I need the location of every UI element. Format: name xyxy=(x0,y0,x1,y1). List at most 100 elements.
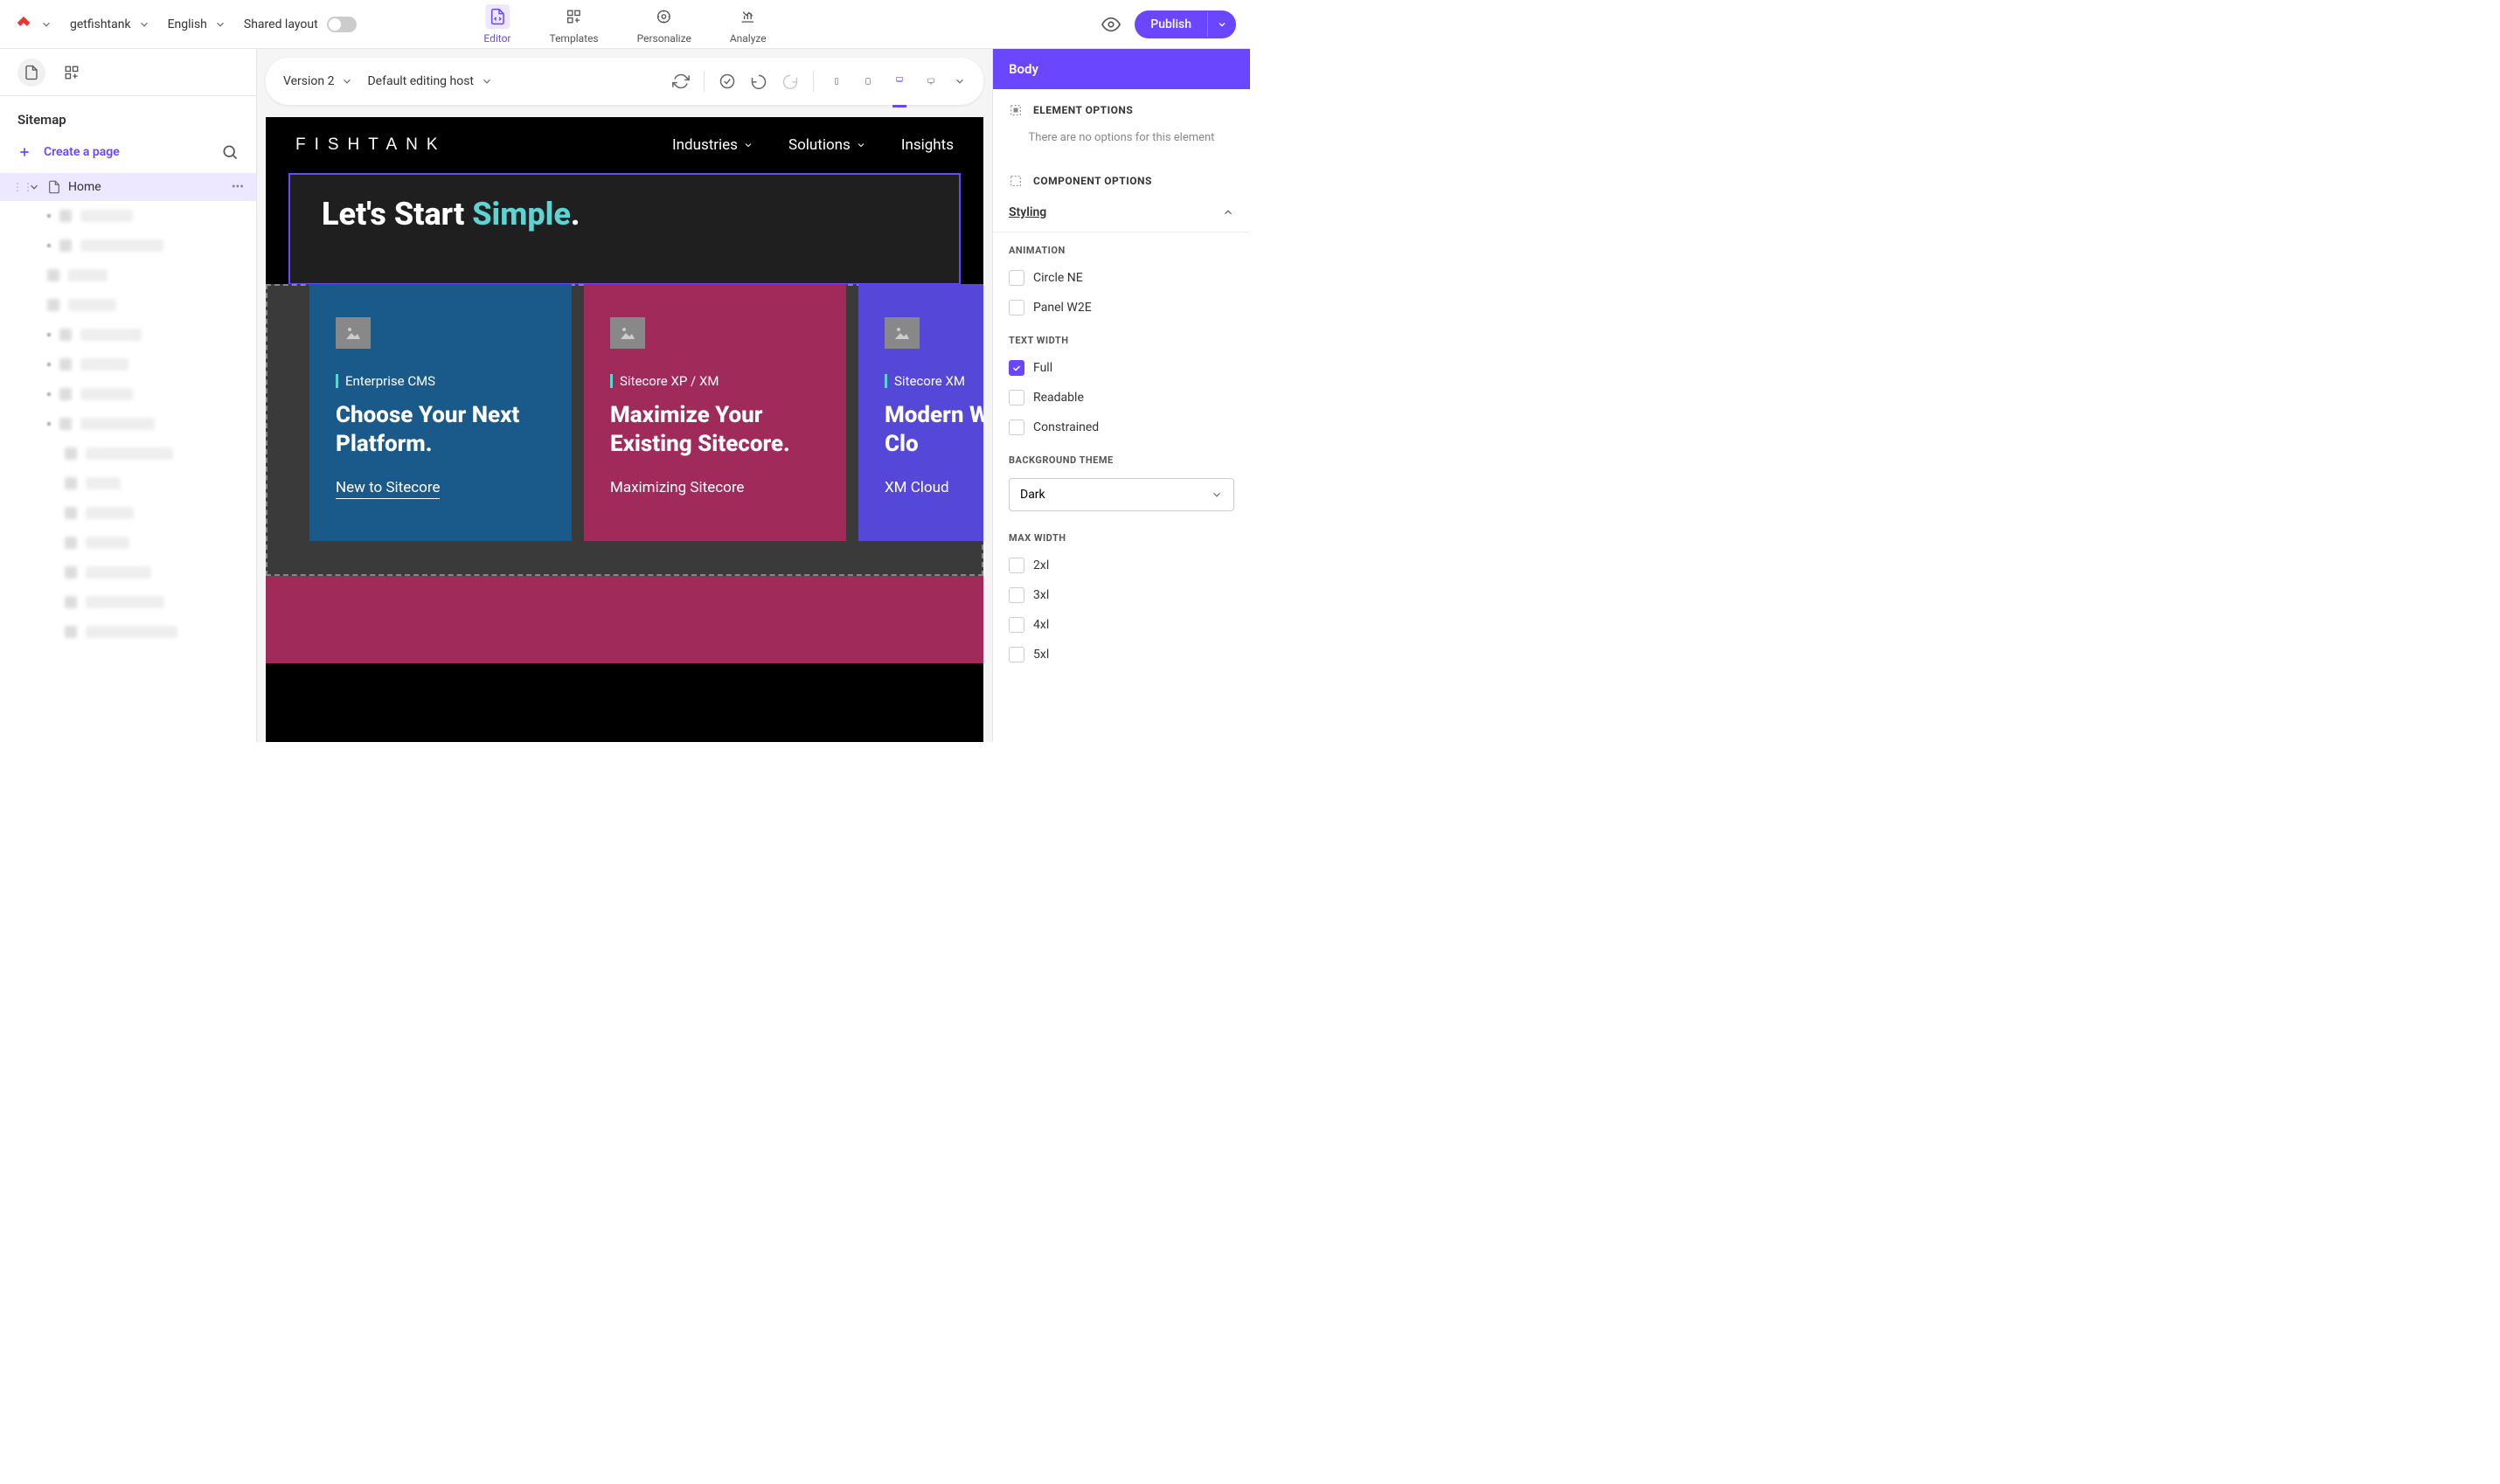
check-circle-icon[interactable] xyxy=(719,73,736,90)
checkbox[interactable] xyxy=(1009,420,1024,435)
checkbox[interactable] xyxy=(1009,270,1024,286)
tree-item-blurred xyxy=(0,587,256,617)
checkbox-3xl[interactable]: 3xl xyxy=(993,580,1250,610)
host-selector[interactable]: Default editing host xyxy=(367,74,493,88)
create-page-row: Create a page xyxy=(0,135,256,173)
card-enterprise-cms[interactable]: Enterprise CMS Choose Your Next Platform… xyxy=(309,284,572,541)
checkbox-circle-ne[interactable]: Circle NE xyxy=(993,263,1250,293)
checkbox[interactable] xyxy=(1009,390,1024,406)
device-tablet-icon[interactable] xyxy=(859,73,877,90)
version-selector[interactable]: Version 2 xyxy=(283,74,353,88)
tab-editor[interactable]: Editor xyxy=(483,4,510,45)
checkbox-readable[interactable]: Readable xyxy=(993,383,1250,413)
styling-section-toggle[interactable]: Styling xyxy=(993,197,1250,232)
tree-item-blurred xyxy=(0,498,256,528)
publish-main[interactable]: Publish xyxy=(1135,10,1207,38)
selected-element-header: Body xyxy=(993,49,1250,89)
tab-label: Analyze xyxy=(730,32,767,45)
tab-label: Personalize xyxy=(637,32,691,45)
sidebar-tabs xyxy=(0,49,256,96)
card-tag: Enterprise CMS xyxy=(336,373,545,389)
bg-theme-select[interactable]: Dark xyxy=(1009,478,1234,511)
right-panel: Body ELEMENT OPTIONS There are no option… xyxy=(992,49,1250,742)
no-options-text: There are no options for this element xyxy=(993,126,1250,160)
checkbox-5xl[interactable]: 5xl xyxy=(993,640,1250,669)
tab-templates[interactable]: Templates xyxy=(549,4,598,45)
tree-item-blurred xyxy=(0,260,256,290)
card-title: Modern With Si XM Clo xyxy=(885,401,983,458)
redo-icon[interactable] xyxy=(781,73,799,90)
animation-label: ANIMATION xyxy=(993,232,1250,263)
refresh-icon[interactable] xyxy=(672,73,690,90)
checkbox[interactable] xyxy=(1009,647,1024,662)
checkbox-4xl[interactable]: 4xl xyxy=(993,610,1250,640)
create-page-button[interactable]: Create a page xyxy=(17,145,120,159)
chevron-down-icon xyxy=(481,75,493,87)
chevron-down-icon[interactable] xyxy=(28,181,40,193)
chevron-up-icon xyxy=(1222,206,1234,218)
top-header: getfishtank English Shared layout Editor xyxy=(0,0,1250,49)
drag-handle-icon[interactable]: ⋮⋮ xyxy=(12,181,21,193)
card-tag: Sitecore XP / XM xyxy=(610,373,820,389)
language-selector[interactable]: English xyxy=(168,17,226,31)
device-desktop-icon[interactable] xyxy=(922,73,940,90)
top-tabs: Editor Templates Personalize Analyze xyxy=(483,4,766,45)
device-desktop-small-icon[interactable] xyxy=(891,71,908,88)
checkbox-2xl[interactable]: 2xl xyxy=(993,551,1250,580)
create-page-label: Create a page xyxy=(44,145,120,159)
tree-item-home[interactable]: ⋮⋮ Home ••• xyxy=(0,173,256,201)
personalize-icon xyxy=(652,4,677,29)
checkbox-constrained[interactable]: Constrained xyxy=(993,413,1250,442)
search-icon[interactable] xyxy=(221,143,239,161)
styling-label: Styling xyxy=(1009,205,1046,219)
checkbox[interactable] xyxy=(1009,300,1024,316)
chevron-down-icon xyxy=(138,18,150,31)
tab-analyze[interactable]: Analyze xyxy=(730,4,767,45)
tree-item-blurred xyxy=(0,201,256,231)
publish-dropdown[interactable] xyxy=(1207,12,1236,37)
checkbox[interactable] xyxy=(1009,360,1024,376)
undo-icon[interactable] xyxy=(750,73,767,90)
canvas[interactable]: FISHTANK Industries Solutions xyxy=(266,117,983,742)
chevron-down-icon[interactable] xyxy=(40,18,52,31)
nav-item-insights[interactable]: Insights xyxy=(901,136,954,154)
app-logo-icon[interactable] xyxy=(14,15,33,34)
device-mobile-icon[interactable] xyxy=(828,73,845,90)
image-placeholder-icon xyxy=(885,317,920,349)
site-selector[interactable]: getfishtank xyxy=(70,17,150,31)
shared-layout-toggle[interactable]: Shared layout xyxy=(244,17,357,32)
sitemap-title: Sitemap xyxy=(0,96,256,135)
card-sitecore-xm[interactable]: Sitecore XM Modern With Si XM Clo XM Clo… xyxy=(858,284,983,541)
checkbox[interactable] xyxy=(1009,558,1024,573)
canvas-toolbar: Version 2 Default editing host xyxy=(266,58,983,105)
tab-personalize[interactable]: Personalize xyxy=(637,4,691,45)
checkbox[interactable] xyxy=(1009,587,1024,603)
dashed-box-icon xyxy=(1009,103,1023,117)
nav-item-solutions[interactable]: Solutions xyxy=(788,136,866,154)
hero-text: Let's Start Simple. xyxy=(322,196,927,232)
more-icon[interactable]: ••• xyxy=(232,180,244,194)
cards-section[interactable]: Enterprise CMS Choose Your Next Platform… xyxy=(266,284,983,576)
checkbox-full[interactable]: Full xyxy=(993,353,1250,383)
publish-button: Publish xyxy=(1135,10,1236,38)
sidebar-tab-components[interactable] xyxy=(58,59,86,87)
sidebar-tab-pages[interactable] xyxy=(17,59,45,87)
image-placeholder-icon xyxy=(610,317,645,349)
checkbox[interactable] xyxy=(1009,617,1024,633)
chevron-down-icon[interactable] xyxy=(954,75,966,87)
preview-icon[interactable] xyxy=(1101,15,1121,34)
tree-item-blurred xyxy=(0,439,256,468)
chevron-down-icon xyxy=(1211,489,1223,501)
nav-item-industries[interactable]: Industries xyxy=(672,136,753,154)
card-link[interactable]: Maximizing Sitecore xyxy=(610,479,744,498)
checkbox-panel-w2e[interactable]: Panel W2E xyxy=(993,293,1250,322)
tree-item-blurred xyxy=(0,617,256,647)
tree-item-blurred xyxy=(0,379,256,409)
card-sitecore-xp[interactable]: Sitecore XP / XM Maximize Your Existing … xyxy=(584,284,846,541)
max-width-label: MAX WIDTH xyxy=(993,520,1250,551)
card-title: Maximize Your Existing Sitecore. xyxy=(610,401,820,458)
toggle-switch[interactable] xyxy=(327,17,357,32)
card-link[interactable]: XM Cloud xyxy=(885,479,949,498)
card-link[interactable]: New to Sitecore xyxy=(336,479,440,499)
hero-section[interactable]: Let's Start Simple. xyxy=(288,173,961,285)
